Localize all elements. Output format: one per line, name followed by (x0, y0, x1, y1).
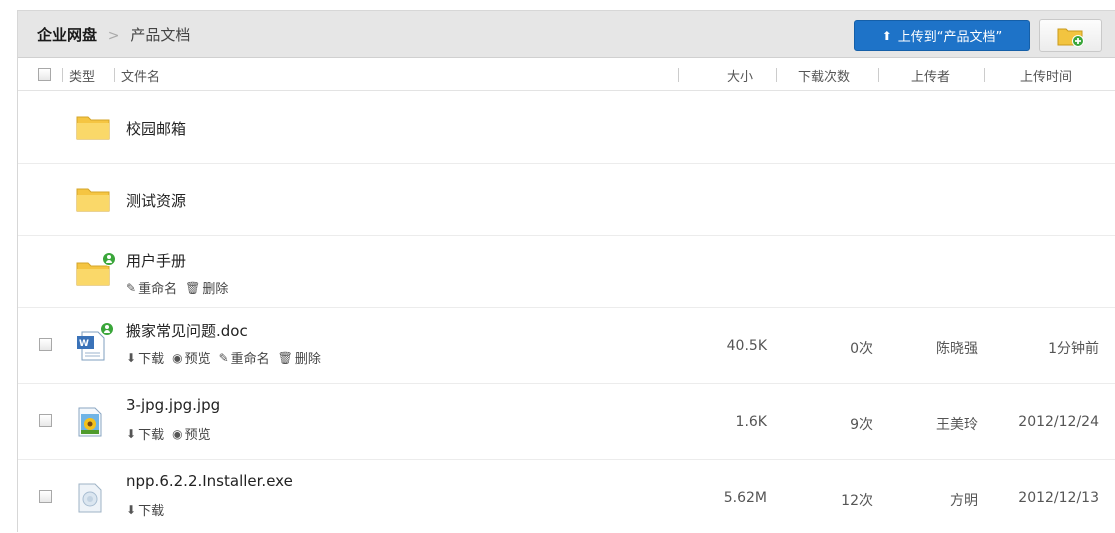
column-uploader[interactable]: 上传者 (911, 66, 950, 85)
row-checkbox[interactable] (39, 338, 52, 351)
new-folder-button[interactable] (1039, 19, 1102, 52)
upload-time: 2012/12/24 (1018, 414, 1099, 430)
rename-action[interactable]: ✎ 重命名 (126, 278, 178, 298)
download-count: 0次 (850, 341, 873, 357)
upload-button-label: 上传到“产品文档” (897, 30, 1003, 45)
breadcrumb-root[interactable]: 企业网盘 (37, 26, 97, 44)
installer-file-icon (78, 483, 102, 513)
download-count: 9次 (850, 417, 873, 433)
folder-icon (76, 116, 110, 140)
download-label: 下载 (138, 504, 165, 519)
column-divider (62, 68, 63, 82)
preview-action[interactable]: ◉ 预览 (172, 424, 211, 444)
file-row[interactable]: 校园邮箱 (18, 92, 1115, 164)
column-divider (878, 68, 879, 82)
column-downloads[interactable]: 下载次数 (798, 66, 850, 85)
column-divider (776, 68, 777, 82)
file-name[interactable]: 3-jpg.jpg.jpg (126, 396, 220, 414)
column-size[interactable]: 大小 (727, 66, 753, 85)
download-arrow-icon: ⬇ (126, 426, 137, 441)
row-actions: ⬇ 下载 ◉ 预览 (126, 424, 211, 444)
uploader-name: 王美玲 (936, 417, 978, 433)
delete-label: 删除 (202, 282, 229, 297)
column-time[interactable]: 上传时间 (1020, 66, 1072, 85)
svg-text:W: W (79, 339, 89, 349)
eye-icon: ◉ (172, 350, 183, 365)
image-file-icon (78, 407, 102, 437)
new-folder-icon (1057, 28, 1084, 47)
rename-label: 重命名 (138, 282, 178, 297)
shared-user-icon (100, 322, 114, 336)
top-toolbar: 企业网盘 > 产品文档 ⬆ 上传到“产品文档” (18, 11, 1115, 58)
preview-label: 预览 (184, 428, 211, 443)
upload-time: 2012/12/13 (1018, 490, 1099, 506)
trash-icon: 🗑 (185, 280, 201, 295)
file-row[interactable]: 用户手册 ✎ 重命名 🗑 删除 (18, 236, 1115, 308)
preview-label: 预览 (184, 352, 211, 367)
download-action[interactable]: ⬇ 下载 (126, 348, 165, 368)
file-name[interactable]: 校园邮箱 (126, 118, 186, 139)
file-row[interactable]: W 搬家常见问题.doc ⬇ 下载 ◉ 预览 ✎ 重命名 🗑 删除 40.5K 0次 陈… (18, 308, 1115, 384)
file-name[interactable]: npp.6.2.2.Installer.exe (126, 472, 293, 490)
file-row[interactable]: 测试资源 (18, 164, 1115, 236)
delete-action[interactable]: 🗑 删除 (277, 348, 321, 368)
file-name[interactable]: 搬家常见问题.doc (126, 320, 248, 341)
download-action[interactable]: ⬇ 下载 (126, 424, 165, 444)
select-all-checkbox[interactable] (38, 68, 51, 81)
row-checkbox[interactable] (39, 414, 52, 427)
column-divider (114, 68, 115, 82)
row-actions: ⬇ 下载 ◉ 预览 ✎ 重命名 🗑 删除 (126, 348, 321, 368)
file-name[interactable]: 用户手册 (126, 250, 186, 271)
folder-icon (76, 188, 110, 212)
row-actions: ⬇ 下载 (126, 500, 165, 520)
download-arrow-icon: ⬇ (126, 350, 137, 365)
column-divider (678, 68, 679, 82)
column-type[interactable]: 类型 (69, 66, 95, 85)
preview-action[interactable]: ◉ 预览 (172, 348, 211, 368)
shared-user-icon (102, 252, 116, 266)
pencil-icon: ✎ (126, 280, 137, 295)
column-header: 类型 文件名 大小 下载次数 上传者 上传时间 (18, 59, 1115, 91)
row-checkbox[interactable] (39, 490, 52, 503)
uploader-name: 方明 (950, 493, 978, 509)
download-count: 12次 (841, 493, 873, 509)
uploader-name: 陈晓强 (936, 341, 978, 357)
upload-arrow-icon: ⬆ (881, 28, 892, 43)
upload-button[interactable]: ⬆ 上传到“产品文档” (854, 20, 1030, 51)
file-size: 5.62M (723, 490, 767, 506)
file-manager-panel: 企业网盘 > 产品文档 ⬆ 上传到“产品文档” 类型 文件名 大小 下载次数 上… (17, 10, 1115, 532)
download-label: 下载 (138, 352, 165, 367)
rename-action[interactable]: ✎ 重命名 (218, 348, 270, 368)
row-actions: ✎ 重命名 🗑 删除 (126, 278, 229, 298)
file-size: 1.6K (735, 414, 767, 430)
trash-icon: 🗑 (277, 350, 293, 365)
rename-label: 重命名 (230, 352, 270, 367)
eye-icon: ◉ (172, 426, 183, 441)
file-row[interactable]: 3-jpg.jpg.jpg ⬇ 下载 ◉ 预览 1.6K 9次 王美玲 2012/1… (18, 384, 1115, 460)
pencil-icon: ✎ (218, 350, 229, 365)
file-row[interactable]: npp.6.2.2.Installer.exe ⬇ 下载 5.62M 12次 方明… (18, 460, 1115, 533)
upload-time: 1分钟前 (1048, 341, 1099, 357)
download-action[interactable]: ⬇ 下载 (126, 500, 165, 520)
delete-action[interactable]: 🗑 删除 (185, 278, 229, 298)
download-label: 下载 (138, 428, 165, 443)
breadcrumb: 企业网盘 > 产品文档 (37, 24, 190, 45)
column-name[interactable]: 文件名 (121, 66, 160, 85)
word-doc-icon: W (77, 331, 105, 361)
breadcrumb-separator: > (107, 28, 120, 44)
file-name[interactable]: 测试资源 (126, 190, 186, 211)
file-size: 40.5K (726, 338, 767, 354)
column-divider (984, 68, 985, 82)
download-arrow-icon: ⬇ (126, 502, 137, 517)
delete-label: 删除 (294, 352, 321, 367)
breadcrumb-current: 产品文档 (130, 26, 191, 44)
